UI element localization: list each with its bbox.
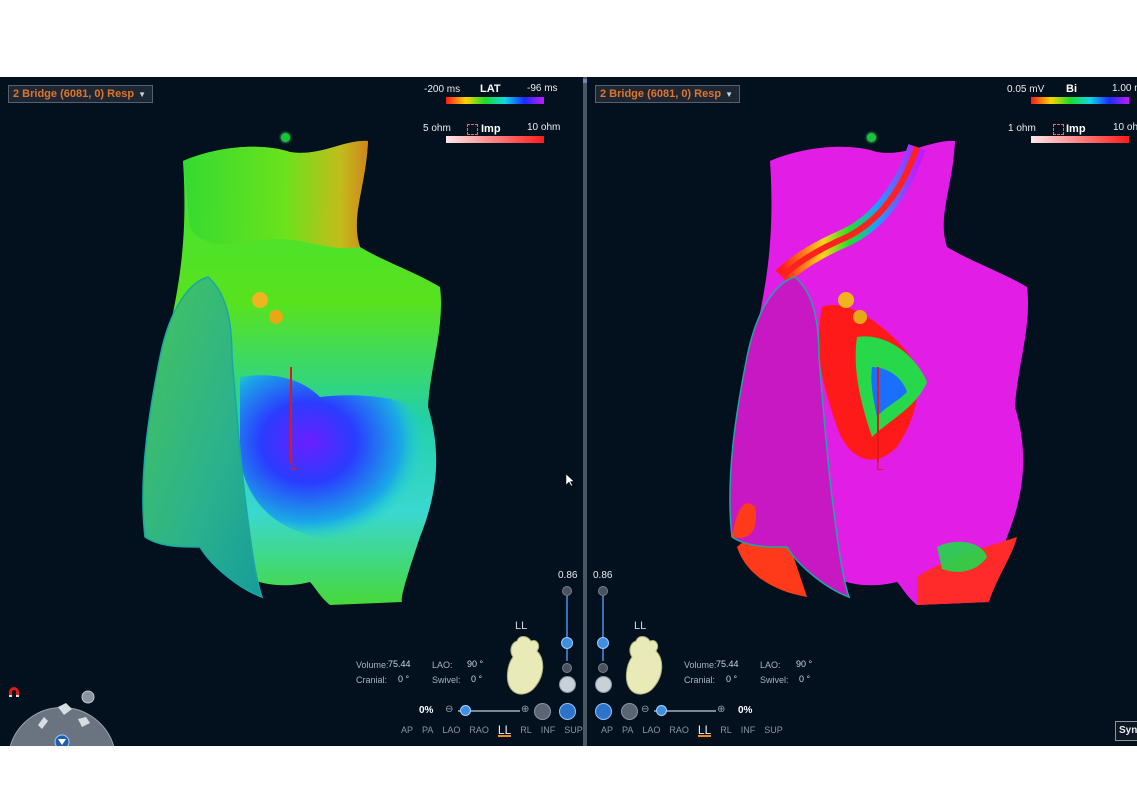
view-ap[interactable]: AP bbox=[601, 725, 613, 737]
minus-icon[interactable]: ⊖ bbox=[445, 704, 453, 715]
lat-anatomy-map[interactable] bbox=[0, 77, 583, 746]
view-ap[interactable]: AP bbox=[401, 725, 413, 737]
zoom-min-dot[interactable] bbox=[562, 663, 572, 673]
mouse-pointer-icon bbox=[566, 474, 575, 487]
zoom-slider-knob[interactable] bbox=[561, 637, 573, 649]
heart-orientation-icon[interactable] bbox=[624, 635, 666, 697]
cranial-label: Cranial: bbox=[684, 675, 716, 685]
opacity-slider-knob[interactable] bbox=[656, 705, 667, 716]
minus-icon[interactable]: ⊖ bbox=[641, 704, 649, 715]
heart-view-label: LL bbox=[634, 620, 647, 632]
volume-value: 75.44 bbox=[388, 659, 411, 669]
plus-icon[interactable]: ⊕ bbox=[521, 704, 529, 715]
rotate-icon[interactable] bbox=[595, 703, 612, 720]
zoom-slider-knob[interactable] bbox=[597, 637, 609, 649]
lao-label: LAO: bbox=[432, 660, 453, 670]
catheter-marker-label: L bbox=[876, 457, 884, 473]
view-pa[interactable]: PA bbox=[622, 725, 633, 737]
opacity-slider-knob[interactable] bbox=[460, 705, 471, 716]
view-ll[interactable]: LL bbox=[697, 724, 712, 737]
heart-view-label: LL bbox=[515, 620, 528, 632]
view-lao[interactable]: LAO bbox=[442, 725, 460, 737]
zoom-value: 0.86 bbox=[593, 570, 613, 581]
zoom-min-dot[interactable] bbox=[598, 663, 608, 673]
view-rl[interactable]: RL bbox=[520, 725, 532, 737]
swivel-label: Swivel: bbox=[760, 675, 789, 685]
zoom-max-dot[interactable] bbox=[562, 586, 572, 596]
swivel-label: Swivel: bbox=[432, 675, 461, 685]
lao-value: 90 ° bbox=[796, 659, 813, 669]
view-pa[interactable]: PA bbox=[422, 725, 433, 737]
cranial-value: 0 ° bbox=[726, 674, 738, 684]
view-sup[interactable]: SUP bbox=[764, 725, 783, 737]
view-ll[interactable]: LL bbox=[497, 724, 512, 737]
plus-icon[interactable]: ⊕ bbox=[717, 704, 725, 715]
catheter-marker-label: L bbox=[290, 457, 298, 473]
zoom-value: 0.86 bbox=[558, 570, 578, 581]
mapping-viewer: 2 Bridge (6081, 0) Resp ▼ -200 ms LAT -96… bbox=[0, 77, 1137, 746]
compass-icon[interactable] bbox=[8, 685, 116, 746]
zoom-slider-track[interactable] bbox=[602, 596, 604, 661]
zoom-slider-track[interactable] bbox=[566, 596, 568, 661]
cranial-label: Cranial: bbox=[356, 675, 388, 685]
heart-orientation-icon[interactable] bbox=[505, 635, 547, 697]
transparency-toggle-button[interactable] bbox=[534, 703, 551, 720]
view-inf[interactable]: INF bbox=[741, 725, 756, 737]
view-presets: AP PA LAO RAO LL RL INF SUP bbox=[601, 724, 792, 737]
reset-view-button[interactable] bbox=[559, 676, 576, 693]
lao-label: LAO: bbox=[760, 660, 781, 670]
magnet-icon[interactable] bbox=[7, 687, 21, 699]
opacity-percent: 0% bbox=[738, 705, 753, 716]
view-rao[interactable]: RAO bbox=[669, 725, 689, 737]
sync-button[interactable]: Sync bbox=[1115, 721, 1137, 741]
view-rl[interactable]: RL bbox=[720, 725, 732, 737]
view-sup[interactable]: SUP bbox=[564, 725, 583, 737]
transparency-toggle-button[interactable] bbox=[621, 703, 638, 720]
volume-label: Volume: bbox=[356, 660, 389, 670]
volume-value: 75.44 bbox=[716, 659, 739, 669]
view-inf[interactable]: INF bbox=[541, 725, 556, 737]
cranial-value: 0 ° bbox=[398, 674, 410, 684]
right-map-pane[interactable]: 2 Bridge (6081, 0) Resp ▼ 0.05 mV Bi 1.00… bbox=[587, 77, 1137, 746]
lao-value: 90 ° bbox=[467, 659, 484, 669]
view-lao[interactable]: LAO bbox=[642, 725, 660, 737]
zoom-max-dot[interactable] bbox=[598, 586, 608, 596]
view-rao[interactable]: RAO bbox=[469, 725, 489, 737]
swivel-value: 0 ° bbox=[471, 674, 483, 684]
reset-view-button[interactable] bbox=[595, 676, 612, 693]
swivel-value: 0 ° bbox=[799, 674, 811, 684]
opacity-percent: 0% bbox=[419, 705, 434, 716]
volume-label: Volume: bbox=[684, 660, 717, 670]
left-map-pane[interactable]: 2 Bridge (6081, 0) Resp ▼ -200 ms LAT -96… bbox=[0, 77, 583, 746]
voltage-anatomy-map[interactable] bbox=[587, 77, 1137, 746]
view-presets: AP PA LAO RAO LL RL INF SUP bbox=[401, 724, 583, 737]
rotate-icon[interactable] bbox=[559, 703, 576, 720]
